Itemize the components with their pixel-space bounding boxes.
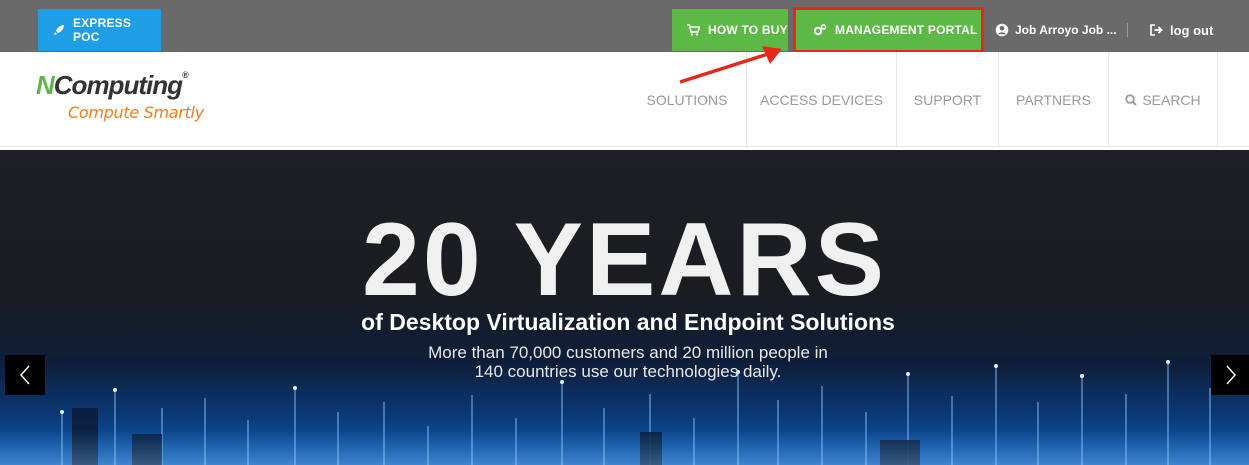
ncomputing-logo[interactable]: NComputing® Compute Smartly <box>36 70 206 130</box>
nav-search[interactable]: SEARCH <box>1108 52 1218 147</box>
nav-access-devices[interactable]: ACCESS DEVICES <box>746 52 896 147</box>
logo-letter-n: N <box>36 70 55 100</box>
nav-partners[interactable]: PARTNERS <box>998 52 1108 147</box>
user-name: Job Arroyo Job ... <box>1015 23 1117 37</box>
search-icon <box>1125 93 1138 106</box>
hero-description: More than 70,000 customers and 20 millio… <box>0 343 1249 381</box>
carousel-prev-button[interactable] <box>5 355 45 395</box>
chevron-right-icon <box>1226 365 1237 385</box>
logo-wordmark: NComputing® <box>36 70 189 101</box>
log-out-label: log out <box>1170 22 1214 38</box>
logo-registered-mark: ® <box>181 70 189 80</box>
gears-icon <box>813 24 827 36</box>
rocket-icon <box>53 25 64 35</box>
logo-brand-rest: Computing <box>53 70 183 100</box>
hero-description-line-2: 140 countries use our technologies daily… <box>474 362 782 381</box>
user-circle-icon <box>995 23 1009 37</box>
hero-title: 20 YEARS <box>361 202 887 318</box>
nav-search-label: SEARCH <box>1142 91 1201 108</box>
main-navbar: NComputing® Compute Smartly SOLUTIONS AC… <box>0 52 1249 147</box>
logo-tagline: Compute Smartly <box>68 103 204 122</box>
hero-description-line-1: More than 70,000 customers and 20 millio… <box>428 343 828 362</box>
management-portal-label: MANAGEMENT PORTAL <box>835 23 978 37</box>
nav-solutions[interactable]: SOLUTIONS <box>628 52 746 147</box>
carousel-next-button[interactable] <box>1211 355 1249 395</box>
how-to-buy-button[interactable]: HOW TO BUY <box>672 9 788 51</box>
sign-out-icon <box>1150 24 1163 36</box>
chevron-left-icon <box>19 365 30 385</box>
express-poc-button[interactable]: EXPRESS POC <box>38 9 161 51</box>
hero-carousel: 20 YEARS of Desktop Virtualization and E… <box>0 150 1249 465</box>
log-out-link[interactable]: log out <box>1150 9 1213 51</box>
hero-subtitle: of Desktop Virtualization and Endpoint S… <box>361 309 895 335</box>
page: EXPRESS POC HOW TO BUY MANAGEMENT PORTAL… <box>0 0 1249 465</box>
nav-support[interactable]: SUPPORT <box>896 52 998 147</box>
top-utility-bar: EXPRESS POC HOW TO BUY MANAGEMENT PORTAL… <box>0 0 1249 53</box>
management-portal-button[interactable]: MANAGEMENT PORTAL <box>793 7 984 53</box>
express-poc-label: EXPRESS POC <box>72 16 132 44</box>
cart-icon <box>687 24 700 36</box>
topbar-divider <box>1127 23 1128 37</box>
user-menu[interactable]: Job Arroyo Job ... <box>995 9 1117 51</box>
how-to-buy-label: HOW TO BUY <box>708 23 788 37</box>
